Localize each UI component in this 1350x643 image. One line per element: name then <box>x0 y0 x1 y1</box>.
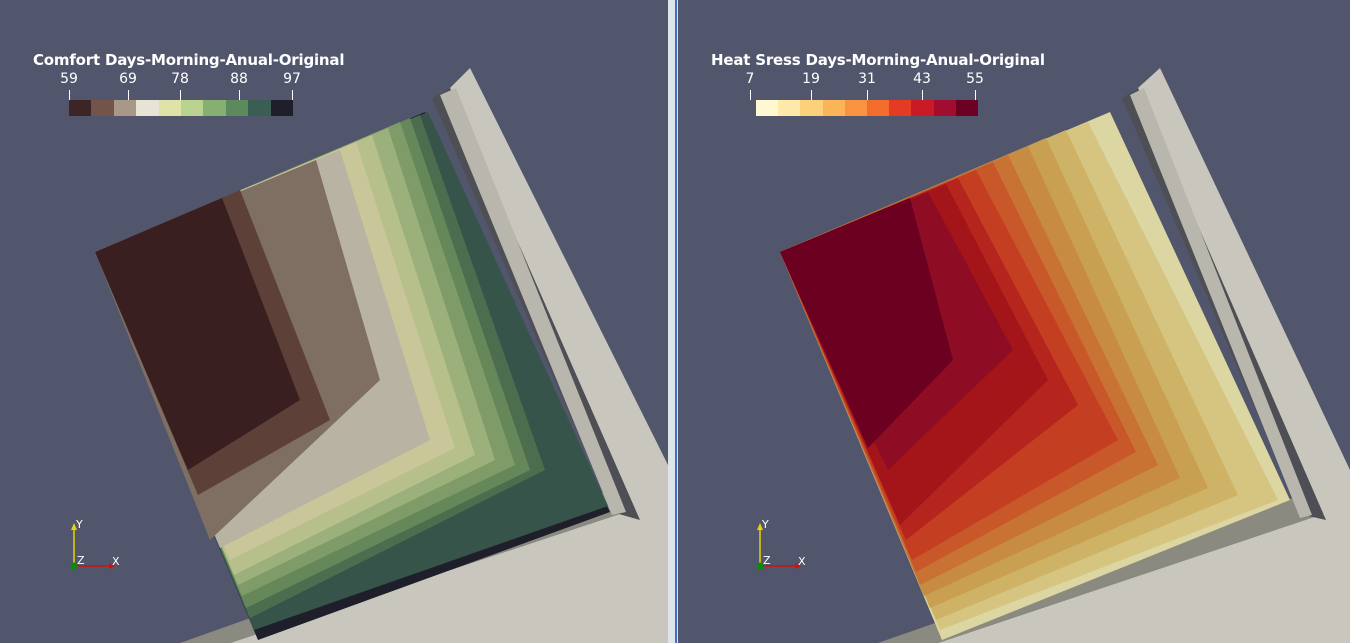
x-axis-label: X <box>798 555 806 568</box>
colorbar-right <box>756 100 979 116</box>
tick-label: 55 <box>966 71 984 87</box>
y-axis-label: Y <box>762 518 769 531</box>
colorbar-title-right: Heat Sress Days-Morning-Anual-Original <box>711 51 1045 69</box>
tick-label: 7 <box>745 71 755 87</box>
tick-label: 88 <box>230 71 248 87</box>
y-axis-label: Y <box>76 518 83 531</box>
tick-label: 19 <box>802 71 820 87</box>
tick-mark <box>69 90 70 100</box>
colorbar-swatch <box>203 100 226 116</box>
colorbar-swatch <box>955 100 979 116</box>
colorbar-title-left: Comfort Days-Morning-Anual-Original <box>33 51 345 69</box>
tick-mark <box>180 90 181 100</box>
tick-mark <box>292 90 293 100</box>
colorbar-swatch <box>933 100 956 116</box>
tick-mark <box>922 90 923 100</box>
tick-mark <box>811 90 812 100</box>
orientation-axes-right: Y X Z <box>752 518 812 576</box>
colorbar-swatch <box>136 100 159 116</box>
tick-mark <box>128 90 129 100</box>
colorbar-swatch <box>844 100 868 116</box>
x-axis-label: X <box>112 555 120 568</box>
tick-mark <box>867 90 868 100</box>
colorbar-swatch <box>778 100 801 116</box>
tick-label: 69 <box>119 71 137 87</box>
colorbar-ticks-left: 59 69 78 88 97 <box>60 71 301 101</box>
tick-label: 97 <box>283 71 301 87</box>
orientation-axes-left: Y X Z <box>66 518 126 576</box>
colorbar-swatch <box>756 100 779 116</box>
colorbar-swatch <box>181 100 204 116</box>
z-axis-label: Z <box>77 554 85 567</box>
colorbar-swatch <box>889 100 912 116</box>
render-view-right[interactable]: Heat Sress Days-Morning-Anual-Original 7… <box>678 0 1350 643</box>
colorbar-swatch <box>69 100 92 116</box>
tick-label: 31 <box>858 71 876 87</box>
colorbar-swatch <box>158 100 182 116</box>
colorbar-swatch <box>91 100 114 116</box>
colorbar-swatch <box>822 100 845 116</box>
colorbar-ticks-right: 7 19 31 43 55 <box>746 71 984 101</box>
colorbar-swatch <box>225 100 249 116</box>
colorbar-swatch <box>867 100 890 116</box>
tick-label: 78 <box>171 71 189 87</box>
colorbar-left <box>69 100 294 116</box>
colorbar-swatch <box>248 100 271 116</box>
tick-label: 43 <box>913 71 931 87</box>
tick-mark <box>975 90 976 100</box>
tick-mark <box>239 90 240 100</box>
colorbar-swatch <box>800 100 823 116</box>
z-axis-label: Z <box>763 554 771 567</box>
colorbar-swatch <box>911 100 934 116</box>
view-splitter[interactable] <box>668 0 678 643</box>
tick-label: 59 <box>60 71 78 87</box>
render-view-left[interactable]: Comfort Days-Morning-Anual-Original 59 6… <box>0 0 668 643</box>
tick-mark <box>750 90 751 100</box>
colorbar-swatch <box>270 100 294 116</box>
colorbar-swatch <box>113 100 137 116</box>
